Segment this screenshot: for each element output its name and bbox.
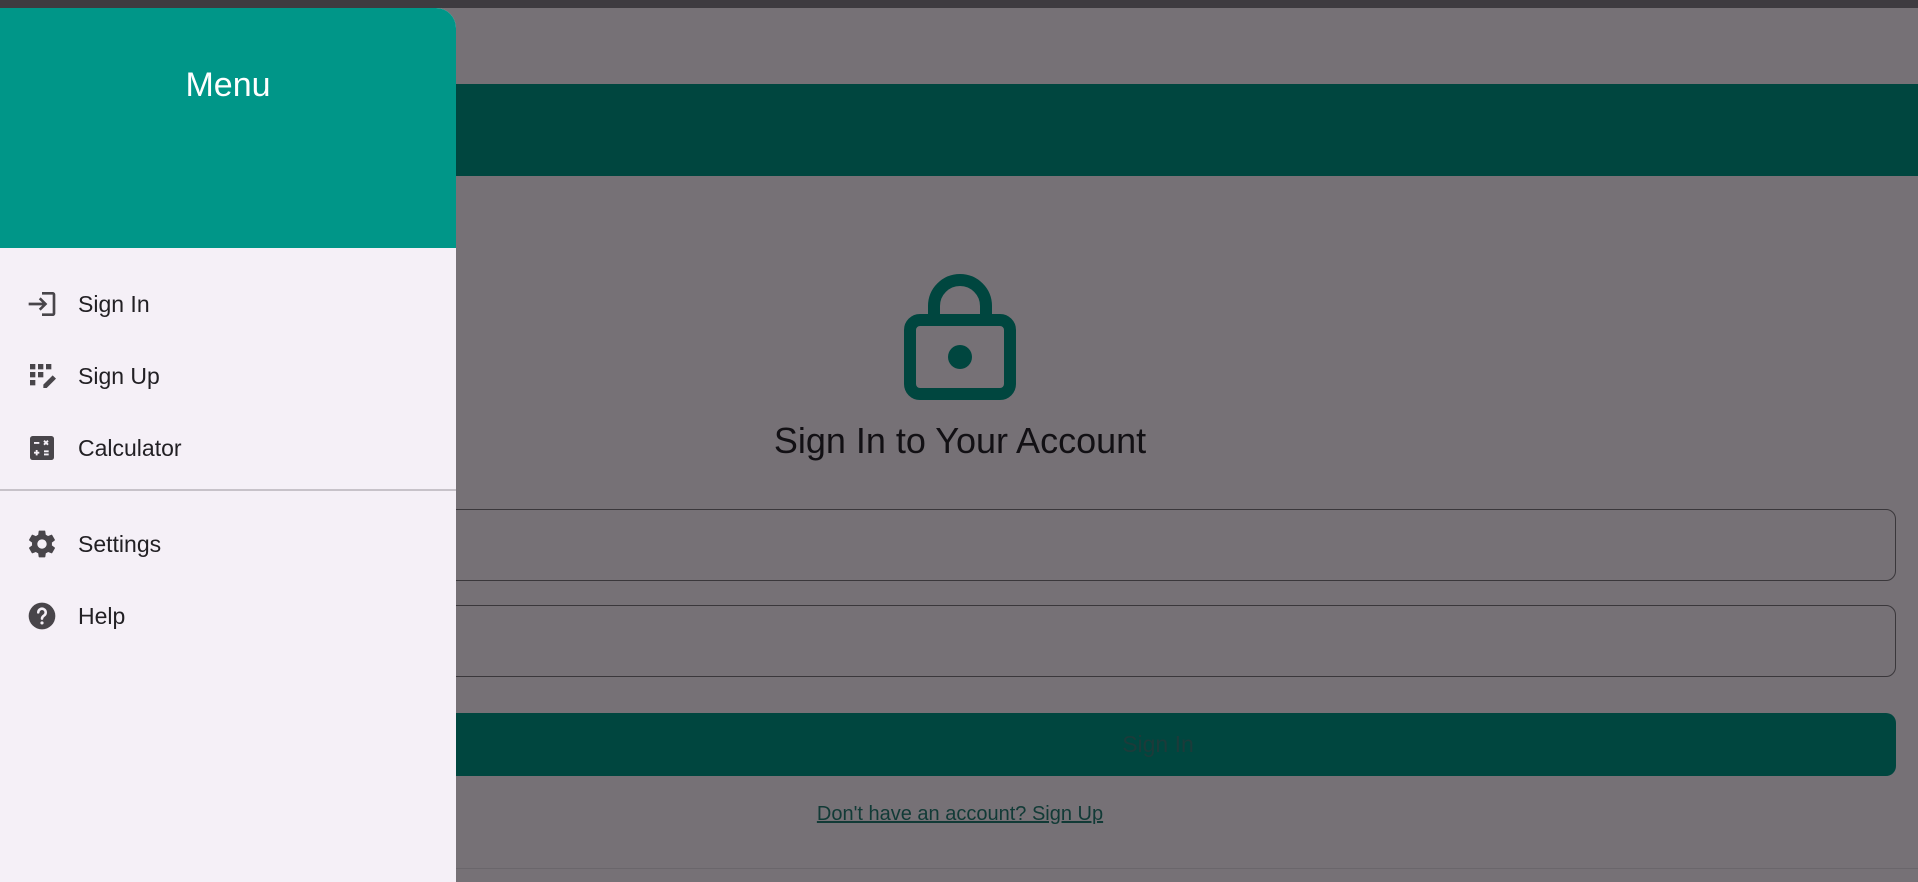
drawer-header: Menu bbox=[0, 8, 456, 248]
sign-in-button-label: Sign In bbox=[1122, 731, 1194, 757]
drawer-item-help[interactable]: Help bbox=[0, 586, 456, 646]
drawer-item-label: Sign In bbox=[78, 290, 150, 317]
drawer-item-settings[interactable]: Settings bbox=[0, 514, 456, 574]
calculate-icon bbox=[26, 432, 58, 464]
drawer-item-label: Help bbox=[78, 602, 126, 629]
username-field[interactable] bbox=[420, 509, 1896, 581]
login-icon bbox=[26, 288, 58, 320]
sign-up-link[interactable]: Don't have an account? Sign Up bbox=[760, 803, 1160, 826]
help-icon bbox=[26, 600, 58, 632]
drawer-item-label: Sign Up bbox=[78, 362, 160, 389]
page-title: Sign In to Your Account bbox=[773, 420, 1147, 461]
navigation-drawer: Menu Sign In Sign Up Calculator Settings… bbox=[0, 8, 456, 882]
bottom-divider bbox=[456, 868, 1918, 869]
lock-icon bbox=[904, 274, 1016, 400]
drawer-divider bbox=[0, 489, 456, 491]
sign-in-button[interactable]: Sign In bbox=[420, 713, 1896, 776]
gear-icon bbox=[26, 528, 58, 560]
window-top-strip bbox=[0, 0, 1918, 8]
drawer-title: Menu bbox=[185, 66, 271, 104]
password-field[interactable] bbox=[420, 605, 1896, 677]
drawer-item-sign-up[interactable]: Sign Up bbox=[0, 346, 456, 406]
drawer-item-sign-in[interactable]: Sign In bbox=[0, 274, 456, 334]
app-registration-icon bbox=[26, 360, 58, 392]
drawer-item-label: Calculator bbox=[78, 434, 182, 461]
drawer-item-calculator[interactable]: Calculator bbox=[0, 418, 456, 478]
drawer-item-label: Settings bbox=[78, 530, 162, 557]
